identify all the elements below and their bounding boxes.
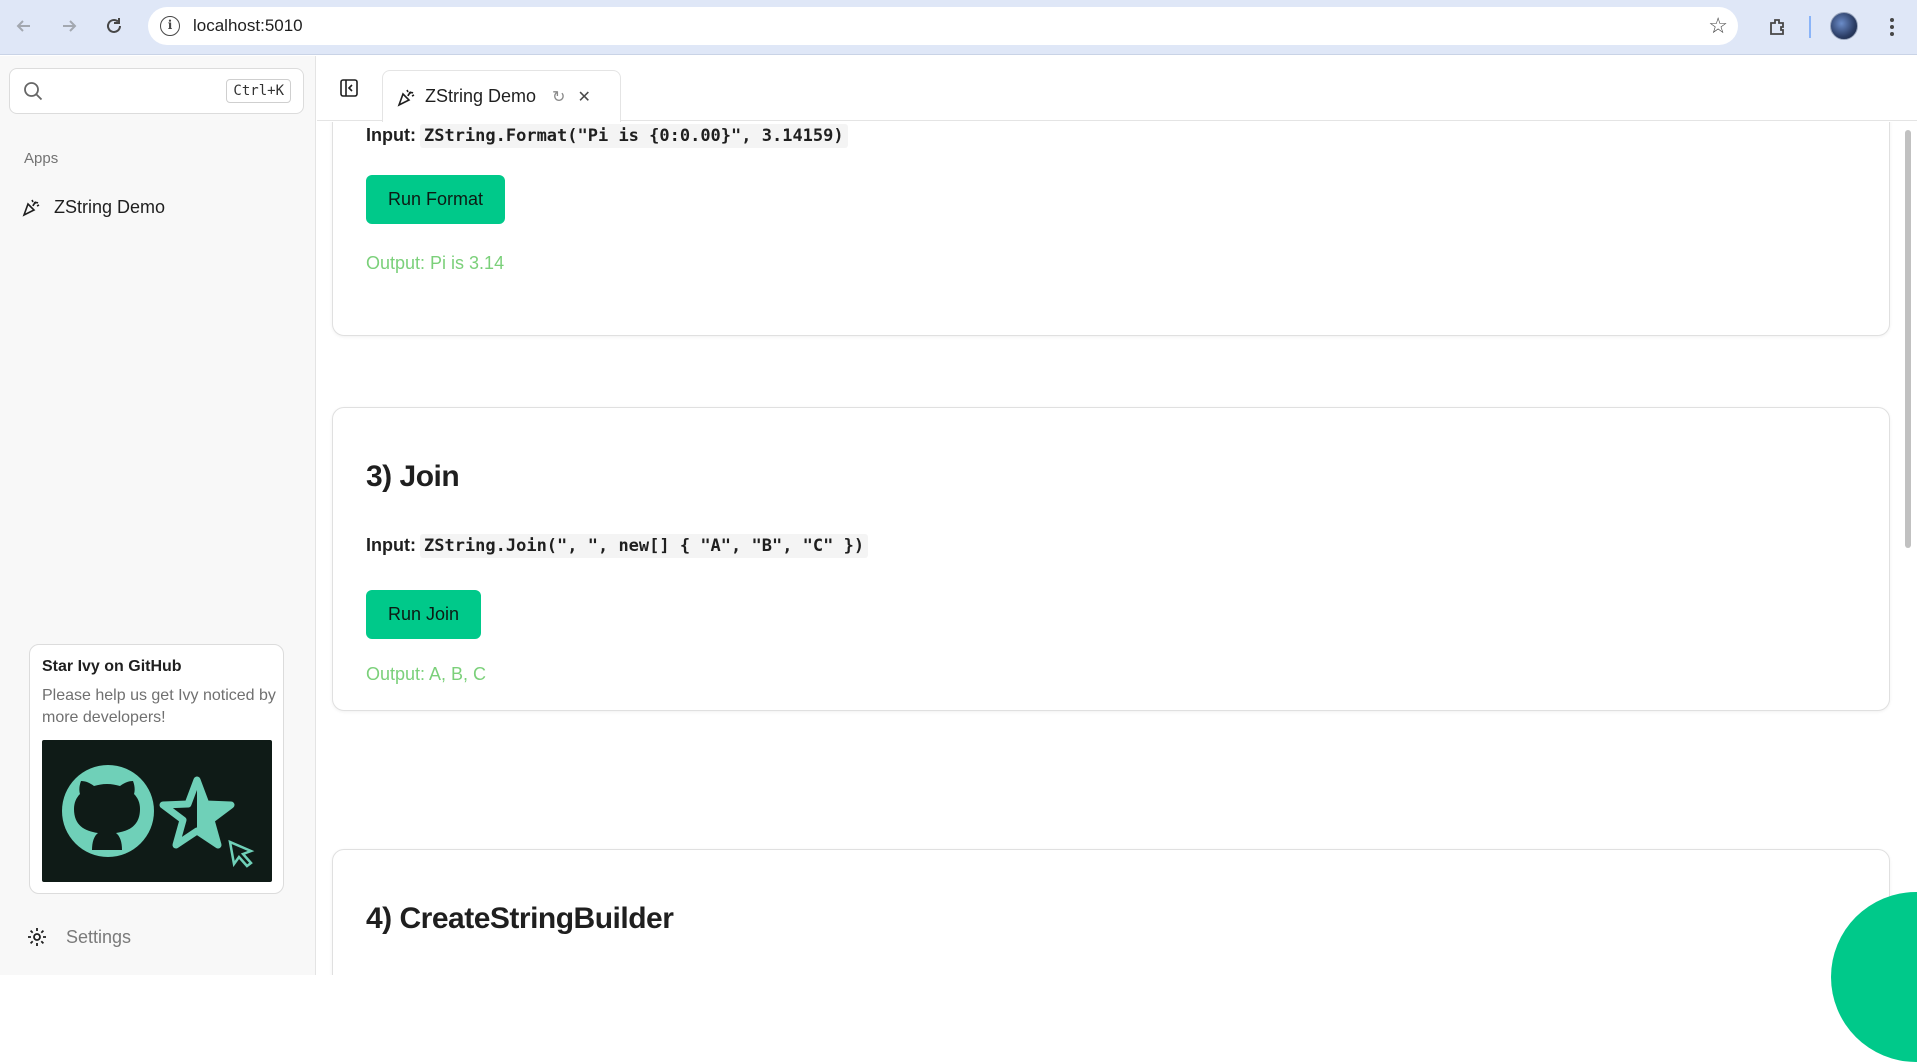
format-input-code: ZString.Format("Pi is {0:0.00}", 3.14159… — [419, 124, 848, 148]
apps-section-label: Apps — [24, 150, 59, 167]
party-popper-icon — [395, 86, 417, 108]
join-section-card: 3) Join Input: ZString.Join(", ", new[] {… — [332, 407, 1890, 711]
site-info-icon[interactable]: i — [160, 16, 180, 36]
join-section-title: 3) Join — [366, 460, 460, 493]
address-bar[interactable]: i localhost:5010 ☆ — [148, 7, 1738, 45]
bookmark-star-icon[interactable]: ☆ — [1708, 13, 1728, 39]
arrow-left-icon — [16, 20, 30, 32]
tab-close-icon[interactable]: ✕ — [577, 87, 590, 107]
github-promo-card[interactable]: Star Ivy on GitHub Please help us get Iv… — [29, 644, 284, 894]
promo-title: Star Ivy on GitHub — [42, 658, 182, 675]
tab-label: ZString Demo — [425, 86, 537, 106]
gear-icon — [28, 928, 46, 946]
sidebar: Ctrl+K Apps ZString Demo Star Ivy on Git… — [0, 56, 316, 975]
sidebar-item-zstring-demo[interactable]: ZString Demo — [14, 187, 304, 227]
more-vert-icon[interactable] — [1877, 12, 1907, 42]
settings-button[interactable]: Settings — [26, 922, 131, 952]
url-text[interactable]: localhost:5010 — [193, 16, 303, 36]
party-popper-icon — [18, 194, 44, 220]
join-input-code: ZString.Join(", ", new[] { "A", "B", "C"… — [419, 534, 869, 558]
back-button[interactable] — [10, 12, 38, 40]
search-shortcut-badge: Ctrl+K — [226, 79, 291, 103]
tab-zstring-demo[interactable]: ZString Demo ↻ ✕ — [382, 70, 621, 122]
format-output: Output: Pi is 3.14 — [366, 253, 505, 273]
create-string-builder-card: 4) CreateStringBuilder — [332, 849, 1890, 975]
reload-button[interactable] — [100, 12, 128, 40]
main-scrollbar[interactable] — [1899, 122, 1917, 975]
run-join-button[interactable]: Run Join — [366, 590, 482, 639]
profile-avatar[interactable] — [1830, 12, 1858, 40]
arrow-right-icon — [63, 20, 77, 32]
browser-toolbar: i localhost:5010 ☆ — [0, 0, 1917, 55]
reload-icon — [107, 18, 121, 33]
settings-label: Settings — [66, 926, 132, 947]
run-format-button[interactable]: Run Format — [366, 175, 506, 224]
main-content: Input: ZString.Format("Pi is {0:0.00}", 3… — [317, 122, 1899, 975]
github-star-illustration — [42, 740, 272, 882]
tab-refresh-icon[interactable]: ↻ — [552, 87, 565, 107]
input-label: Input: — [366, 125, 416, 145]
join-output: Output: A, B, C — [366, 664, 487, 684]
tab-bar: ZString Demo ↻ ✕ — [317, 56, 1917, 122]
promo-text: Please help us get Ivy noticed by more d… — [42, 687, 276, 726]
cursor-icon — [228, 839, 255, 868]
sidebar-item-label: ZString Demo — [54, 196, 166, 217]
input-label: Input: — [366, 535, 416, 555]
search-icon — [24, 82, 43, 101]
forward-button[interactable] — [55, 12, 83, 40]
join-input-line: Input: ZString.Join(", ", new[] { "A", "B… — [366, 534, 869, 558]
extensions-icon[interactable] — [1763, 12, 1793, 42]
format-input-line: Input: ZString.Format("Pi is {0:0.00}", 3… — [366, 124, 848, 148]
create-string-builder-title: 4) CreateStringBuilder — [366, 902, 674, 935]
sidebar-toggle-icon[interactable] — [339, 78, 359, 98]
scrollbar-thumb[interactable] — [1905, 130, 1911, 548]
format-section-card: Input: ZString.Format("Pi is {0:0.00}", 3… — [332, 122, 1890, 336]
toolbar-separator — [1809, 16, 1811, 38]
search-input[interactable]: Ctrl+K — [9, 68, 304, 114]
